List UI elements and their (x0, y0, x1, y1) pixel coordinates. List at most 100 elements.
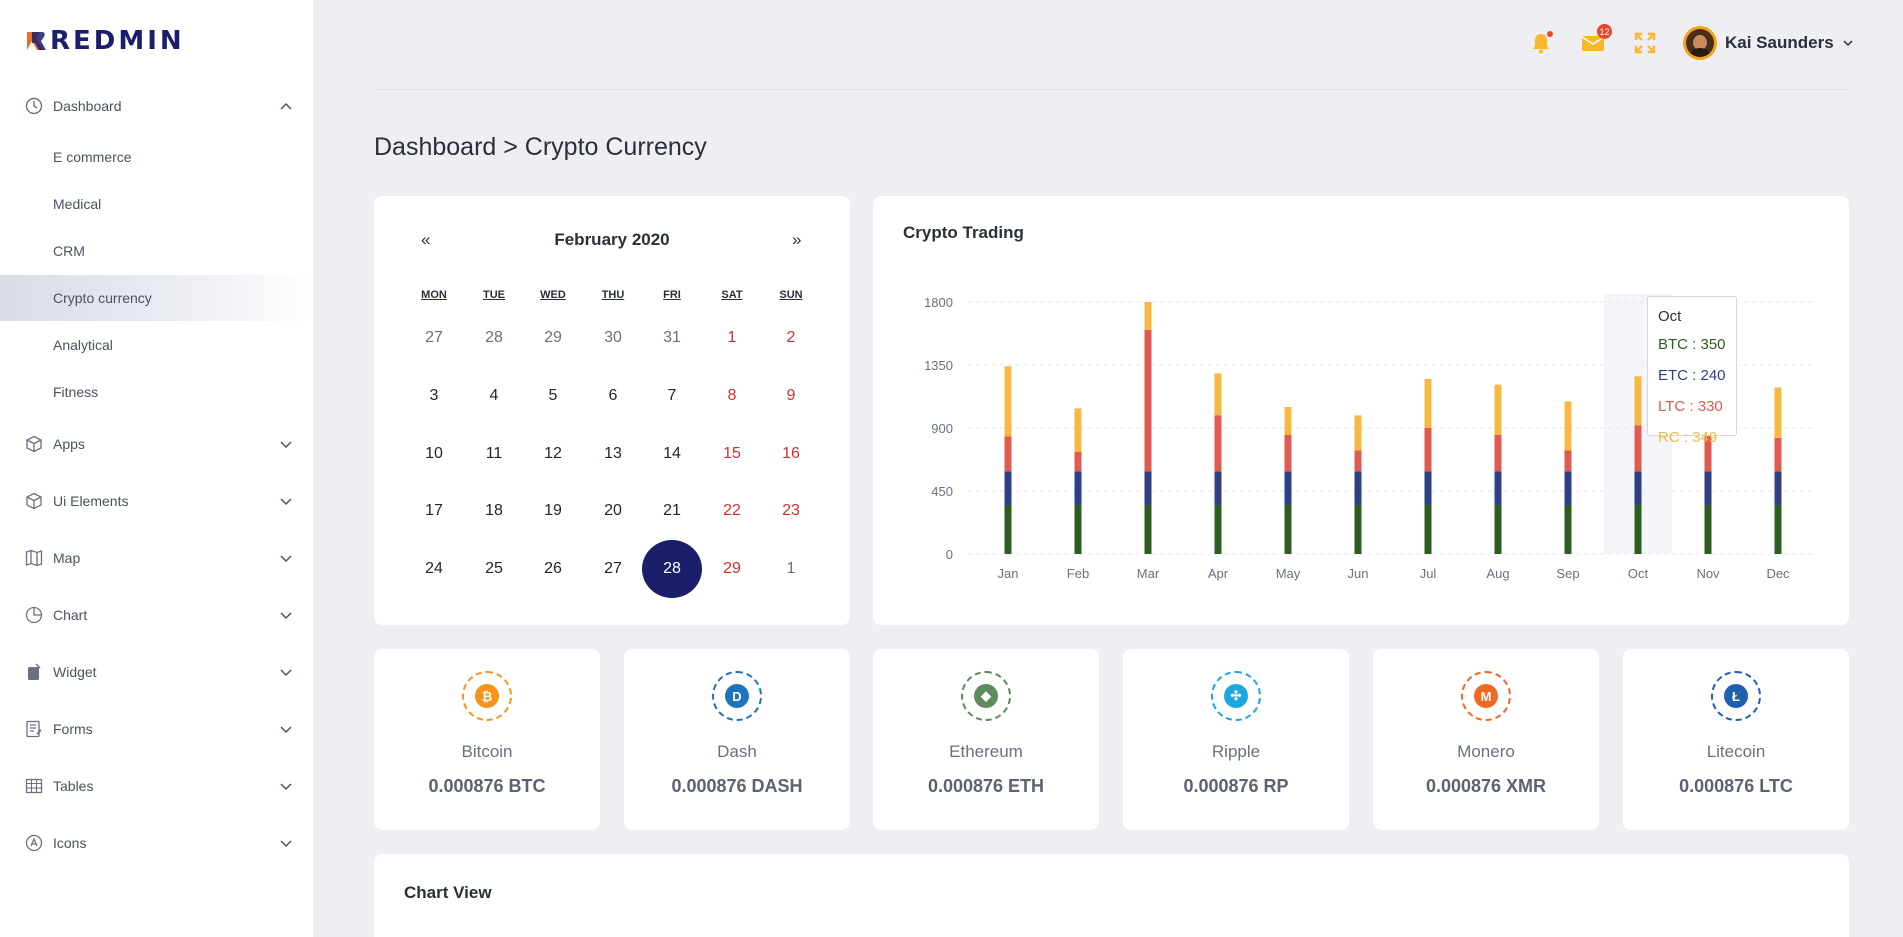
sidebar-item-dashboard[interactable]: Dashboard (0, 83, 313, 129)
calendar-day[interactable]: 17 (404, 482, 464, 540)
bar-segment-rc[interactable] (1774, 387, 1782, 438)
bar-segment-etc[interactable] (1144, 471, 1152, 505)
calendar-day[interactable]: 14 (642, 425, 702, 483)
bar-segment-btc[interactable] (1074, 505, 1082, 554)
calendar-day[interactable]: 12 (523, 425, 583, 483)
bar-segment-rc[interactable] (1214, 373, 1222, 416)
calendar-day[interactable]: 8 (702, 367, 762, 425)
sidebar-item-ui-elements[interactable]: Ui Elements (0, 478, 313, 524)
bar-segment-rc[interactable] (1004, 366, 1012, 437)
bar-segment-rc[interactable] (1074, 408, 1082, 452)
calendar-day[interactable]: 15 (702, 425, 762, 483)
bar-segment-rc[interactable] (1354, 415, 1362, 451)
calendar-day[interactable]: 23 (761, 482, 821, 540)
calendar-day[interactable]: 13 (583, 425, 643, 483)
bar-segment-rc[interactable] (1144, 302, 1152, 330)
sidebar-item-icons[interactable]: Icons (0, 820, 313, 866)
sidebar-item-widget[interactable]: Widget (0, 649, 313, 695)
bar-segment-btc[interactable] (1354, 505, 1362, 554)
sidebar-item-map[interactable]: Map (0, 535, 313, 581)
sidebar-subitem-medical[interactable]: Medical (0, 181, 313, 227)
calendar-day[interactable]: 24 (404, 540, 464, 598)
bar-segment-ltc[interactable] (1004, 436, 1012, 472)
bar-segment-ltc[interactable] (1074, 451, 1082, 472)
calendar-day[interactable]: 31 (642, 309, 702, 367)
calendar-day[interactable]: 9 (761, 367, 821, 425)
calendar-day[interactable]: 21 (642, 482, 702, 540)
sidebar-subitem-crm[interactable]: CRM (0, 228, 313, 274)
bar-segment-etc[interactable] (1004, 471, 1012, 505)
bar-segment-rc[interactable] (1634, 376, 1642, 426)
calendar-day[interactable]: 20 (583, 482, 643, 540)
bar-segment-btc[interactable] (1564, 505, 1572, 554)
bar-segment-btc[interactable] (1004, 505, 1012, 554)
sidebar-item-tables[interactable]: Tables (0, 763, 313, 809)
bar-segment-etc[interactable] (1494, 471, 1502, 505)
sidebar-subitem-analytical[interactable]: Analytical (0, 322, 313, 368)
calendar-day[interactable]: 3 (404, 367, 464, 425)
bar-segment-ltc[interactable] (1144, 330, 1152, 472)
calendar-day[interactable]: 27 (404, 309, 464, 367)
bar-segment-rc[interactable] (1424, 379, 1432, 428)
sidebar-subitem-crypto-currency[interactable]: Crypto currency (0, 275, 313, 321)
sidebar-item-apps[interactable]: Apps (0, 421, 313, 467)
calendar-day[interactable]: 5 (523, 367, 583, 425)
calendar-day[interactable]: 19 (523, 482, 583, 540)
calendar-day[interactable]: 27 (583, 540, 643, 598)
bar-segment-btc[interactable] (1494, 505, 1502, 554)
calendar-day[interactable]: 7 (642, 367, 702, 425)
calendar-day[interactable]: 30 (583, 309, 643, 367)
bar-segment-ltc[interactable] (1424, 428, 1432, 472)
bar-segment-ltc[interactable] (1494, 435, 1502, 472)
bar-segment-btc[interactable] (1284, 505, 1292, 554)
calendar-next-button[interactable]: » (792, 230, 801, 250)
bar-segment-btc[interactable] (1144, 505, 1152, 554)
calendar-day[interactable]: 28 (464, 309, 524, 367)
coin-card-bitcoin[interactable]: ₿ Bitcoin 0.000876 BTC (374, 649, 600, 830)
sidebar-subitem-fitness[interactable]: Fitness (0, 369, 313, 415)
calendar-day-selected[interactable]: 28 (642, 540, 702, 598)
bar-segment-ltc[interactable] (1284, 435, 1292, 472)
bar-segment-ltc[interactable] (1564, 450, 1572, 472)
app-logo[interactable]: REDMIN (24, 26, 185, 56)
bar-segment-etc[interactable] (1074, 471, 1082, 505)
calendar-day[interactable]: 1 (761, 540, 821, 598)
calendar-day[interactable]: 22 (702, 482, 762, 540)
sidebar-subitem-ecommerce[interactable]: E commerce (0, 134, 313, 180)
coin-card-dash[interactable]: D Dash 0.000876 DASH (624, 649, 850, 830)
bar-segment-etc[interactable] (1634, 471, 1642, 505)
bar-segment-etc[interactable] (1284, 471, 1292, 505)
calendar-day[interactable]: 18 (464, 482, 524, 540)
fullscreen-button[interactable] (1632, 30, 1658, 56)
bar-segment-ltc[interactable] (1214, 415, 1222, 472)
bar-segment-btc[interactable] (1634, 505, 1642, 554)
bar-segment-etc[interactable] (1774, 471, 1782, 505)
bar-segment-etc[interactable] (1214, 471, 1222, 505)
bar-segment-rc[interactable] (1284, 407, 1292, 435)
bar-segment-etc[interactable] (1354, 471, 1362, 505)
coin-card-litecoin[interactable]: Ł Litecoin 0.000876 LTC (1623, 649, 1849, 830)
bar-segment-ltc[interactable] (1354, 450, 1362, 472)
calendar-day[interactable]: 1 (702, 309, 762, 367)
notifications-button[interactable] (1528, 30, 1554, 56)
bar-segment-etc[interactable] (1564, 471, 1572, 505)
bar-segment-btc[interactable] (1704, 505, 1712, 554)
bar-segment-etc[interactable] (1424, 471, 1432, 505)
calendar-day[interactable]: 4 (464, 367, 524, 425)
sidebar-item-forms[interactable]: Forms (0, 706, 313, 752)
coin-card-ripple[interactable]: ✣ Ripple 0.000876 RP (1123, 649, 1349, 830)
bar-segment-rc[interactable] (1564, 401, 1572, 451)
bar-segment-rc[interactable] (1494, 384, 1502, 435)
calendar-day[interactable]: 2 (761, 309, 821, 367)
messages-button[interactable]: 12 (1580, 24, 1612, 56)
bar-segment-ltc[interactable] (1774, 437, 1782, 472)
user-menu[interactable]: Kai Saunders (1683, 26, 1854, 60)
sidebar-item-chart[interactable]: Chart (0, 592, 313, 638)
calendar-day[interactable]: 11 (464, 425, 524, 483)
coin-card-monero[interactable]: M Monero 0.000876 XMR (1373, 649, 1599, 830)
bar-segment-btc[interactable] (1424, 505, 1432, 554)
coin-card-ethereum[interactable]: ◆ Ethereum 0.000876 ETH (873, 649, 1099, 830)
calendar-day[interactable]: 26 (523, 540, 583, 598)
calendar-day[interactable]: 6 (583, 367, 643, 425)
calendar-day[interactable]: 29 (702, 540, 762, 598)
